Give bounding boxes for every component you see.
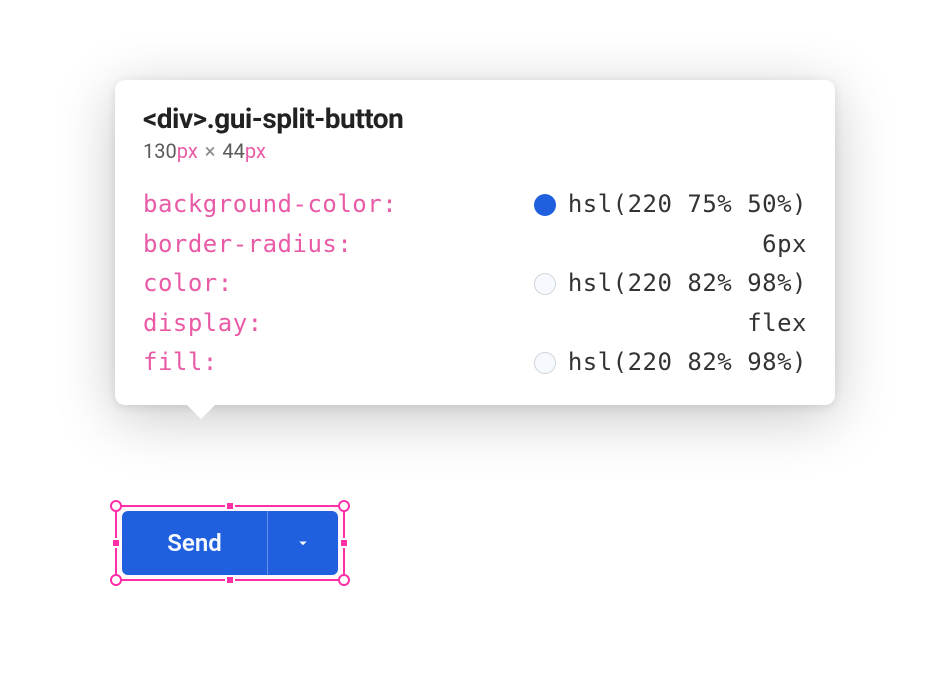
property-row: border-radius: 6px <box>143 225 807 265</box>
color-swatch <box>534 194 556 216</box>
selected-element-area: Send <box>115 505 345 581</box>
resize-handle-middle-left[interactable] <box>111 538 121 548</box>
property-name: display <box>143 304 248 344</box>
property-value: hsl(220 75% 50%) <box>534 185 807 225</box>
property-value-text: hsl(220 82% 98%) <box>568 264 807 304</box>
resize-handle-top-left[interactable] <box>110 500 122 512</box>
property-colon: : <box>248 304 263 344</box>
property-value-text: 6px <box>762 225 807 265</box>
selection-outline[interactable]: Send <box>115 505 345 581</box>
property-value: hsl(220 82% 98%) <box>534 343 807 383</box>
property-value: flex <box>747 304 807 344</box>
property-value-text: flex <box>747 304 807 344</box>
property-row: color: hsl(220 82% 98%) <box>143 264 807 304</box>
property-name: color <box>143 264 218 304</box>
property-name: background-color <box>143 185 382 225</box>
color-swatch <box>534 273 556 295</box>
inspector-tooltip: <div>.gui-split-button 130px × 44px back… <box>115 80 835 405</box>
property-colon: : <box>218 264 233 304</box>
gui-split-button[interactable]: Send <box>122 511 338 575</box>
resize-handle-bottom-right[interactable] <box>338 574 350 586</box>
resize-handle-top-center[interactable] <box>225 501 235 511</box>
property-row: fill: hsl(220 82% 98%) <box>143 343 807 383</box>
inspector-properties: background-color:hsl(220 75% 50%)border-… <box>143 185 807 383</box>
split-button-dropdown[interactable] <box>268 511 338 575</box>
property-name: fill <box>143 343 203 383</box>
property-colon: : <box>337 225 352 265</box>
property-name: border-radius <box>143 225 337 265</box>
dimension-separator: × <box>205 139 216 163</box>
resize-handle-middle-right[interactable] <box>339 538 349 548</box>
send-button-label: Send <box>167 529 221 557</box>
property-value: 6px <box>762 225 807 265</box>
property-row: background-color: hsl(220 75% 50%) <box>143 185 807 225</box>
resize-handle-bottom-center[interactable] <box>225 575 235 585</box>
resize-handle-top-right[interactable] <box>338 500 350 512</box>
dimension-width-unit: px <box>177 139 198 163</box>
inspector-dimensions: 130px × 44px <box>143 139 807 163</box>
color-swatch <box>534 352 556 374</box>
dimension-height-unit: px <box>245 139 266 163</box>
dimension-width: 130 <box>143 139 177 163</box>
property-value-text: hsl(220 75% 50%) <box>568 185 807 225</box>
selector-tag: <div> <box>143 102 207 135</box>
send-button[interactable]: Send <box>122 511 268 575</box>
property-value: hsl(220 82% 98%) <box>534 264 807 304</box>
property-colon: : <box>382 185 397 225</box>
resize-handle-bottom-left[interactable] <box>110 574 122 586</box>
property-colon: : <box>203 343 218 383</box>
tooltip-arrow <box>187 405 215 419</box>
dimension-height: 44 <box>222 139 244 163</box>
chevron-down-icon <box>294 534 312 552</box>
property-row: display: flex <box>143 304 807 344</box>
selector-class: .gui-split-button <box>207 102 404 135</box>
property-value-text: hsl(220 82% 98%) <box>568 343 807 383</box>
inspector-selector: <div>.gui-split-button <box>143 102 807 135</box>
